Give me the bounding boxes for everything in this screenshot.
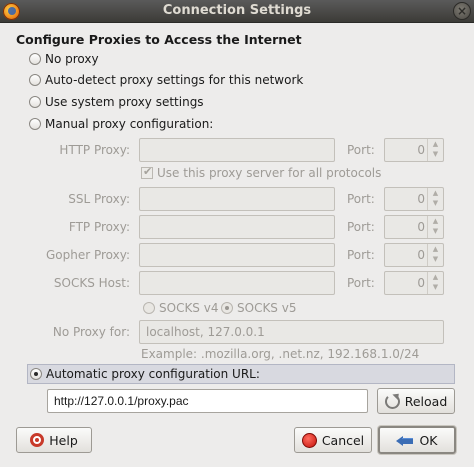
socks-v5-label: SOCKS v5 — [237, 301, 297, 315]
ftp-port-stepper[interactable]: 0 ▲ ▼ — [384, 215, 444, 239]
ssl-port-value: 0 — [417, 192, 425, 206]
same-proxy-checkbox[interactable] — [141, 165, 153, 179]
option-auto-detect[interactable]: Auto-detect proxy settings for this netw… — [29, 73, 303, 87]
option-no-proxy[interactable]: No proxy — [29, 52, 99, 66]
ssl-proxy-label: SSL Proxy: — [68, 192, 130, 206]
gopher-port-label: Port: — [347, 248, 375, 262]
socks-v4-option[interactable]: SOCKS v4 — [143, 301, 218, 315]
socks-v5-radio[interactable] — [221, 302, 233, 314]
reload-icon — [384, 393, 400, 409]
auto-config-label: Automatic proxy configuration URL: — [46, 367, 260, 381]
http-proxy-input[interactable] — [139, 138, 335, 162]
system-proxy-radio[interactable] — [29, 96, 41, 108]
manual-proxy-radio[interactable] — [29, 118, 41, 130]
help-label: Help — [49, 432, 78, 448]
ok-label: OK — [419, 432, 438, 448]
cancel-button[interactable]: Cancel — [294, 427, 372, 453]
no-proxy-label: No proxy — [45, 52, 99, 66]
no-proxy-radio[interactable] — [29, 53, 41, 65]
gopher-proxy-label: Gopher Proxy: — [45, 248, 130, 262]
no-proxy-example: Example: .mozilla.org, .net.nz, 192.168.… — [141, 347, 420, 361]
ok-arrow-icon — [396, 433, 414, 447]
socks-host-label: SOCKS Host: — [53, 276, 130, 290]
socks-host-input[interactable] — [139, 271, 335, 295]
cancel-icon — [301, 432, 317, 448]
auto-config-url-input[interactable] — [47, 389, 368, 413]
socks-port-value: 0 — [417, 276, 425, 290]
socks-v4-radio[interactable] — [143, 302, 155, 314]
section-heading: Configure Proxies to Access the Internet — [16, 32, 302, 47]
http-port-value: 0 — [417, 143, 425, 157]
spin-arrows-icon[interactable]: ▲ ▼ — [427, 188, 443, 210]
same-proxy-label: Use this proxy server for all protocols — [157, 166, 382, 180]
no-proxy-for-value: localhost, 127.0.0.1 — [146, 325, 265, 339]
ssl-port-label: Port: — [347, 192, 375, 206]
gopher-proxy-input[interactable] — [139, 243, 335, 267]
ok-button[interactable]: OK — [378, 426, 456, 454]
connection-settings-dialog: Connection Settings × Configure Proxies … — [0, 0, 474, 467]
title-bar: Connection Settings × — [0, 0, 474, 23]
socks-port-stepper[interactable]: 0 ▲ ▼ — [384, 271, 444, 295]
gopher-port-stepper[interactable]: 0 ▲ ▼ — [384, 243, 444, 267]
no-proxy-for-input[interactable]: localhost, 127.0.0.1 — [139, 320, 444, 344]
option-auto-config-url[interactable]: Automatic proxy configuration URL: — [27, 364, 455, 384]
auto-detect-label: Auto-detect proxy settings for this netw… — [45, 73, 304, 87]
close-icon[interactable]: × — [453, 2, 471, 20]
auto-detect-radio[interactable] — [29, 74, 41, 86]
help-button[interactable]: Help — [16, 427, 92, 453]
socks-v4-label: SOCKS v4 — [159, 301, 219, 315]
same-proxy-option[interactable]: Use this proxy server for all protocols — [141, 165, 382, 180]
auto-config-radio[interactable] — [30, 368, 42, 380]
window-title: Connection Settings — [162, 3, 312, 18]
http-port-label: Port: — [347, 143, 375, 157]
gopher-port-value: 0 — [417, 248, 425, 262]
ssl-port-stepper[interactable]: 0 ▲ ▼ — [384, 187, 444, 211]
reload-button[interactable]: Reload — [377, 388, 455, 414]
option-system-proxy[interactable]: Use system proxy settings — [29, 95, 204, 109]
no-proxy-for-label: No Proxy for: — [52, 325, 130, 339]
ftp-port-label: Port: — [347, 220, 375, 234]
help-icon — [30, 433, 45, 447]
socks-v5-option[interactable]: SOCKS v5 — [221, 301, 296, 315]
option-manual-proxy[interactable]: Manual proxy configuration: — [29, 117, 213, 131]
ftp-port-value: 0 — [417, 220, 425, 234]
socks-port-label: Port: — [347, 276, 375, 290]
system-proxy-label: Use system proxy settings — [45, 95, 204, 109]
ftp-proxy-input[interactable] — [139, 215, 335, 239]
manual-proxy-label: Manual proxy configuration: — [45, 117, 214, 131]
spin-arrows-icon[interactable]: ▲ ▼ — [427, 139, 443, 161]
ftp-proxy-label: FTP Proxy: — [68, 220, 130, 234]
http-port-stepper[interactable]: 0 ▲ ▼ — [384, 138, 444, 162]
reload-label: Reload — [404, 393, 448, 409]
spin-arrows-icon[interactable]: ▲ ▼ — [427, 272, 443, 294]
spin-arrows-icon[interactable]: ▲ ▼ — [427, 216, 443, 238]
http-proxy-label: HTTP Proxy: — [59, 143, 130, 157]
spin-arrows-icon[interactable]: ▲ ▼ — [427, 244, 443, 266]
ssl-proxy-input[interactable] — [139, 187, 335, 211]
cancel-label: Cancel — [321, 432, 365, 448]
